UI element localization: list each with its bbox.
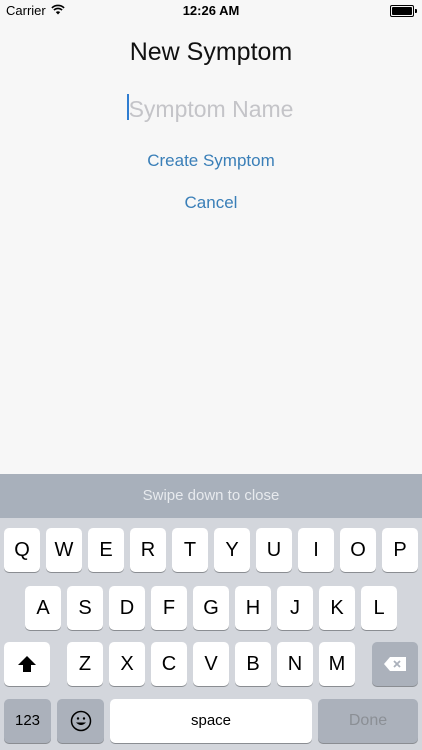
backspace-key[interactable] (372, 642, 418, 686)
key-s[interactable]: S (67, 586, 103, 630)
key-z[interactable]: Z (67, 642, 103, 686)
key-c[interactable]: C (151, 642, 187, 686)
shift-key[interactable] (4, 642, 50, 686)
key-g[interactable]: G (193, 586, 229, 630)
backspace-icon (384, 657, 406, 671)
symptom-name-input[interactable] (40, 90, 382, 128)
key-u[interactable]: U (256, 528, 292, 572)
key-o[interactable]: O (340, 528, 376, 572)
key-f[interactable]: F (151, 586, 187, 630)
key-l[interactable]: L (361, 586, 397, 630)
keyboard: Q W E R T Y U I O P A S D F G H J K L Z … (0, 518, 422, 750)
key-w[interactable]: W (46, 528, 82, 572)
shift-icon (18, 656, 36, 672)
key-d[interactable]: D (109, 586, 145, 630)
key-j[interactable]: J (277, 586, 313, 630)
key-x[interactable]: X (109, 642, 145, 686)
key-q[interactable]: Q (4, 528, 40, 572)
key-i[interactable]: I (298, 528, 334, 572)
emoji-key[interactable] (57, 699, 104, 743)
key-r[interactable]: R (130, 528, 166, 572)
done-key[interactable]: Done (318, 699, 418, 743)
key-y[interactable]: Y (214, 528, 250, 572)
text-cursor (127, 94, 129, 120)
key-b[interactable]: B (235, 642, 271, 686)
keyboard-accessory-bar: Swipe down to close (0, 474, 422, 518)
key-v[interactable]: V (193, 642, 229, 686)
key-m[interactable]: M (319, 642, 355, 686)
key-a[interactable]: A (25, 586, 61, 630)
key-n[interactable]: N (277, 642, 313, 686)
key-p[interactable]: P (382, 528, 418, 572)
clock: 12:26 AM (182, 3, 240, 18)
cancel-button[interactable]: Cancel (0, 193, 422, 213)
key-k[interactable]: K (319, 586, 355, 630)
status-bar: Carrier 12:26 AM (0, 0, 422, 22)
key-h[interactable]: H (235, 586, 271, 630)
emoji-icon (70, 710, 91, 732)
numbers-key[interactable]: 123 (4, 699, 51, 743)
key-t[interactable]: T (172, 528, 208, 572)
battery-icon (390, 5, 417, 17)
create-symptom-button[interactable]: Create Symptom (0, 151, 422, 171)
key-e[interactable]: E (88, 528, 124, 572)
space-key[interactable]: space (110, 699, 312, 743)
page-title: New Symptom (129, 38, 293, 66)
